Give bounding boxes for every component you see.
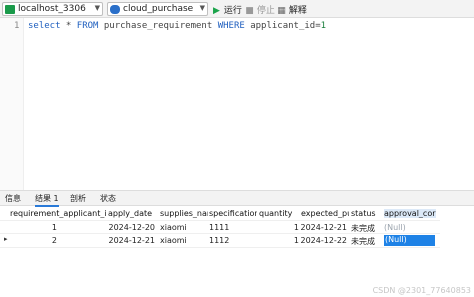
cell-specification[interactable]: 1111: [209, 223, 257, 232]
cell-specification[interactable]: 1112: [209, 236, 257, 245]
cell-supplies-name[interactable]: xiaomi: [160, 236, 208, 245]
cell-supplies-name[interactable]: xiaomi: [160, 223, 208, 232]
tab-result-1[interactable]: 结果 1: [35, 193, 59, 207]
row-divider: [0, 220, 440, 221]
column-header[interactable]: approval_cor: [384, 209, 436, 218]
explain-button[interactable]: ▦ 解释: [277, 3, 307, 16]
cell-apply-date[interactable]: 2024-12-21: [100, 236, 156, 245]
database-label: cloud_purchase: [123, 4, 194, 14]
cell-requirement-applicant-id[interactable]: 2: [10, 236, 57, 245]
cell-approval-null[interactable]: (Null): [384, 223, 436, 232]
column-header[interactable]: expected_pu: [301, 209, 349, 218]
cell-approval-null-selected[interactable]: (Null): [384, 235, 435, 246]
cell-expected-pu[interactable]: 2024-12-22: [290, 236, 348, 245]
line-number: 1: [14, 21, 20, 31]
sql-token: applicant_id: [244, 21, 316, 31]
query-toolbar: localhost_3306 ▼ cloud_purchase ▼ ▶ 运行 ■…: [0, 0, 474, 18]
cell-apply-date[interactable]: 2024-12-20: [100, 223, 156, 232]
tab-status[interactable]: 状态: [100, 193, 116, 204]
database-select[interactable]: cloud_purchase ▼: [107, 2, 208, 16]
sql-token: select: [28, 21, 61, 31]
code-line[interactable]: select * FROM purchase_requirement WHERE…: [28, 21, 326, 31]
tab-info[interactable]: 信息: [5, 193, 21, 204]
stop-icon: ■: [245, 6, 254, 16]
column-header[interactable]: status: [351, 209, 383, 218]
tab-profile[interactable]: 剖析: [70, 193, 86, 204]
chevron-down-icon: ▼: [199, 4, 205, 12]
sql-token: FROM: [76, 21, 99, 31]
stop-label: 停止: [256, 6, 275, 16]
watermark: CSDN @2301_77640853: [372, 286, 471, 295]
sql-token: purchase_requirement: [98, 21, 218, 31]
current-row-indicator-icon: ▸: [4, 235, 8, 243]
run-button[interactable]: ▶ 运行: [212, 3, 242, 16]
cell-status[interactable]: 未完成: [351, 236, 383, 247]
column-header[interactable]: requirement_applicant_id: [10, 209, 106, 218]
result-grid: requirement_applicant_id apply_date supp…: [0, 207, 474, 297]
sql-token: WHERE: [217, 21, 245, 31]
play-icon: ▶: [213, 6, 220, 16]
row-divider: [0, 247, 440, 248]
column-header[interactable]: quantity: [259, 209, 299, 218]
connection-label: localhost_3306: [18, 4, 86, 14]
cell-expected-pu[interactable]: 2024-12-21: [290, 223, 348, 232]
result-tabs: 信息 结果 1 剖析 状态: [0, 190, 474, 207]
sql-token: *: [60, 21, 77, 31]
row-divider: [0, 233, 440, 234]
cell-requirement-applicant-id[interactable]: 1: [10, 223, 57, 232]
column-header[interactable]: apply_date: [108, 209, 158, 218]
column-header[interactable]: specification: [209, 209, 257, 218]
chevron-down-icon: ▼: [94, 4, 100, 12]
run-label: 运行: [223, 6, 242, 16]
sql-token: 1: [320, 21, 327, 31]
explain-label: 解释: [288, 6, 307, 16]
line-gutter: 1: [0, 18, 24, 190]
database-icon: [110, 5, 120, 14]
column-header[interactable]: supplies_name: [160, 209, 208, 218]
explain-icon: ▦: [277, 6, 286, 16]
stop-button[interactable]: ■ 停止: [245, 3, 275, 16]
connection-select[interactable]: localhost_3306 ▼: [2, 2, 103, 16]
connection-icon: [5, 5, 15, 14]
sql-editor[interactable]: 1 select * FROM purchase_requirement WHE…: [0, 18, 474, 190]
